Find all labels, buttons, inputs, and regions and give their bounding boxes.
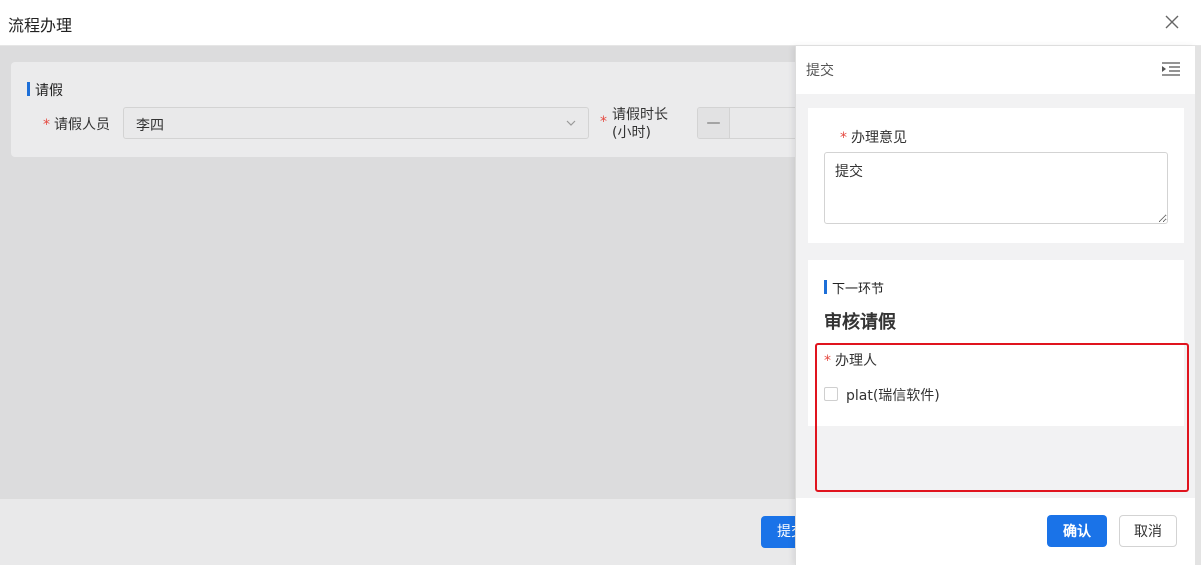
- cancel-button[interactable]: 取消: [1119, 515, 1177, 547]
- duration-label: * 请假时长 (小时): [600, 106, 668, 142]
- person-label-text: 请假人员: [54, 117, 110, 133]
- opinion-label-text: 办理意见: [851, 130, 907, 146]
- drawer-title: 提交: [806, 63, 834, 79]
- dialog-titlebar: 流程办理: [0, 0, 1201, 46]
- window-edge: [1195, 46, 1201, 565]
- close-icon[interactable]: [1162, 12, 1182, 32]
- duration-label-line2: (小时): [612, 125, 651, 141]
- section-title-leave: 请假: [27, 80, 63, 100]
- required-mark: *: [824, 353, 831, 369]
- section-title-next-step: 下一环节: [824, 278, 884, 297]
- next-step-panel: 下一环节 审核请假 * 办理人 plat(瑞信软件): [808, 260, 1184, 426]
- handler-label-text: 办理人: [835, 353, 877, 369]
- person-label: * 请假人员: [43, 114, 110, 134]
- handler-label: * 办理人: [824, 350, 877, 370]
- person-select[interactable]: 李四: [123, 107, 589, 139]
- next-node-name: 审核请假: [824, 312, 896, 333]
- submit-drawer: 提交 * 办理意见 提交 下一环节 审核请假 * 办理人 plat(瑞信软件) 确认…: [795, 46, 1196, 565]
- leave-form-card: 请假 * 请假人员 李四 * 请假时长 (小时) —: [11, 62, 807, 157]
- person-select-value: 李四: [136, 118, 164, 134]
- opinion-label: * 办理意见: [840, 127, 907, 147]
- handler-checkbox[interactable]: [824, 387, 838, 401]
- confirm-button[interactable]: 确认: [1047, 515, 1107, 547]
- indent-menu-icon[interactable]: [1162, 62, 1180, 76]
- duration-stepper[interactable]: —: [697, 107, 807, 139]
- drawer-footer: 确认 取消: [796, 498, 1196, 565]
- required-mark: *: [600, 114, 607, 130]
- handler-option-label: plat(瑞信软件): [846, 388, 940, 404]
- dialog-title: 流程办理: [8, 16, 73, 35]
- opinion-panel: * 办理意见 提交: [808, 108, 1184, 243]
- required-mark: *: [840, 130, 847, 146]
- decrement-button[interactable]: —: [698, 108, 730, 138]
- chevron-down-icon: [566, 120, 576, 126]
- opinion-textarea[interactable]: 提交: [824, 152, 1168, 224]
- drawer-header: 提交: [796, 46, 1196, 94]
- duration-label-line1: 请假时长: [612, 107, 668, 123]
- required-mark: *: [43, 117, 50, 133]
